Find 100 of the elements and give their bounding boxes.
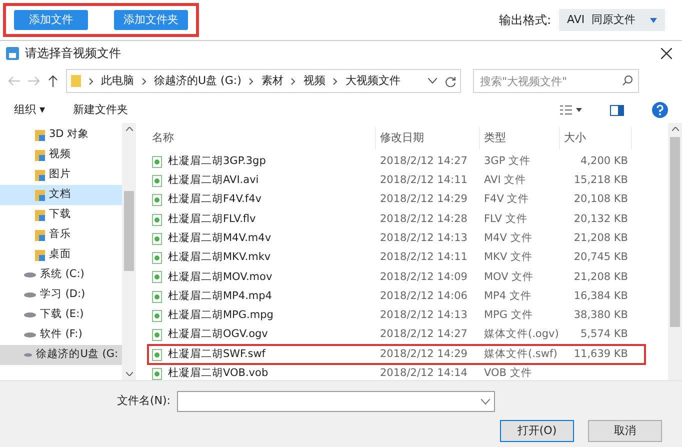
search-field[interactable]: 搜索"大视频文件": [473, 69, 639, 93]
toolbar-button[interactable]: 新建文件夹: [73, 102, 128, 118]
media-file-icon: [152, 232, 162, 245]
preview-pane-icon: [610, 104, 624, 116]
file-size: 5,574 KB: [580, 327, 629, 342]
file-date: 2018/2/12 14:06: [379, 288, 468, 304]
file-date: 2018/2/12 14:13: [379, 230, 468, 246]
media-file-icon: [152, 252, 162, 264]
file-row[interactable]: 杜凝眉二胡SWF.swf 2018/2/12 14:29 媒体文件(.swf) 11,639 KB: [148, 344, 645, 364]
file-size: 20,108 KB: [572, 192, 629, 208]
refresh-icon: [445, 76, 456, 86]
folder-icon: [35, 130, 45, 140]
file-row[interactable]: 杜凝眉二胡FLV.flv 2018/2/12 14:28 FLV 文件 20,132 KB: [148, 210, 645, 230]
add-button[interactable]: 添加文件夹: [114, 10, 188, 30]
file-row[interactable]: 杜凝眉二胡F4V.f4v 2018/2/12 14:29 F4V 文件 20,108 KB: [148, 190, 645, 210]
breadcrumb-item[interactable]: 徐越济的U盘 (G:): [154, 72, 242, 90]
window-title: 请选择音视频文件: [25, 45, 121, 62]
chevron-icon: [333, 78, 338, 84]
scroll-up-icon: [672, 127, 678, 131]
up-arrow-icon: [48, 75, 58, 87]
add-button[interactable]: 添加文件: [14, 10, 88, 30]
file-type: MPG 文件: [483, 308, 534, 324]
file-size: 15,218 KB: [572, 173, 629, 188]
file-date: 2018/2/12 14:11: [379, 250, 468, 266]
sidebar-item[interactable]: 图片: [0, 165, 122, 185]
file-date: 2018/2/12 14:11: [379, 173, 468, 188]
app-icon: [6, 46, 19, 60]
chevron-icon: [249, 78, 254, 84]
file-type: MKV 文件: [483, 250, 534, 266]
file-name: 杜凝眉二胡M4V.m4v: [168, 230, 272, 246]
media-file-icon: [152, 368, 162, 380]
file-name: 杜凝眉二胡MOV.mov: [168, 270, 272, 285]
breadcrumb-item[interactable]: 大视频文件: [345, 72, 400, 90]
column-header[interactable]: 大小: [560, 127, 632, 149]
scrollbar[interactable]: [668, 123, 682, 380]
file-row[interactable]: 杜凝眉二胡VOB.vob 2018/2/12 14:14 VOB 文件: [148, 364, 645, 384]
breadcrumb-item[interactable]: 素材: [261, 72, 284, 90]
filename-label: 文件名(N):: [117, 393, 171, 410]
breadcrumb-item[interactable]: 此电脑: [101, 72, 134, 90]
scrollbar-thumb[interactable]: [670, 137, 680, 327]
file-name: 杜凝眉二胡3GP.3gp: [168, 154, 266, 169]
scroll-down-icon: [126, 372, 132, 376]
file-row[interactable]: 杜凝眉二胡MOV.mov 2018/2/12 14:09 MOV 文件 21,208 KB: [148, 268, 645, 288]
file-type: MOV 文件: [483, 270, 535, 285]
sidebar-item[interactable]: 系统 (C:): [0, 265, 122, 285]
sidebar-item[interactable]: 下载 (E:): [0, 305, 122, 325]
sidebar-item[interactable]: 音乐: [0, 225, 122, 245]
scrollbar-thumb[interactable]: [124, 191, 134, 271]
column-header[interactable]: 类型: [480, 127, 560, 149]
file-size: 20,132 KB: [572, 212, 629, 227]
file-name: 杜凝眉二胡MP4.mp4: [168, 288, 272, 304]
sidebar-item[interactable]: 学习 (D:): [0, 285, 122, 305]
drive-icon: [24, 312, 36, 318]
help-icon: [652, 102, 668, 118]
breadcrumb-item[interactable]: 视频: [303, 72, 326, 90]
address-bar[interactable]: 此电脑 徐越济的U盘 (G:) 素材 视频 大视频文件: [66, 69, 461, 93]
sidebar-item[interactable]: 3D 对象: [0, 125, 122, 145]
file-type: 媒体文件(.swf): [483, 346, 558, 362]
sidebar-item[interactable]: 视频: [0, 145, 122, 165]
file-date: 2018/2/12 14:27: [379, 154, 468, 169]
dialog-button[interactable]: 取消: [588, 420, 662, 442]
column-header[interactable]: 修改日期: [376, 127, 480, 149]
dialog-button[interactable]: 打开(O): [500, 420, 574, 442]
file-row[interactable]: 杜凝眉二胡MPG.mpg 2018/2/12 14:13 MPG 文件 38,380 KB: [148, 306, 645, 326]
dropdown-arrow-icon: [650, 18, 657, 22]
file-row[interactable]: 杜凝眉二胡MKV.mkv 2018/2/12 14:11 MKV 文件 20,745 KB: [148, 248, 645, 268]
folder-icon: [35, 230, 45, 240]
file-row[interactable]: 杜凝眉二胡MP4.mp4 2018/2/12 14:06 MP4 文件 16,384 KB: [148, 287, 645, 306]
media-file-icon: [152, 271, 162, 284]
file-type: M4V 文件: [483, 230, 534, 246]
file-type: F4V 文件: [483, 192, 530, 208]
scroll-up-icon: [126, 127, 132, 131]
close-icon: [661, 48, 672, 58]
file-size: 16,384 KB: [572, 288, 629, 304]
toolbar-button[interactable]: 组织 ▾: [14, 102, 46, 118]
file-date: 2018/2/12 14:27: [379, 327, 468, 342]
sidebar-item[interactable]: 下载: [0, 205, 122, 225]
sidebar-item[interactable]: 桌面: [0, 245, 122, 265]
column-header[interactable]: 名称: [148, 127, 376, 149]
file-row[interactable]: 杜凝眉二胡3GP.3gp 2018/2/12 14:27 3GP 文件 4,200 KB: [148, 152, 645, 172]
file-name: 杜凝眉二胡SWF.swf: [168, 346, 266, 362]
folder-icon: [35, 170, 45, 180]
sidebar-item[interactable]: 软件 (F:): [0, 325, 122, 345]
file-name: 杜凝眉二胡FLV.flv: [168, 212, 256, 227]
sidebar-item[interactable]: 徐越济的U盘 (G:: [0, 345, 122, 365]
file-row[interactable]: 杜凝眉二胡AVI.avi 2018/2/12 14:11 AVI 文件 15,218 KB: [148, 171, 645, 191]
file-date: 2018/2/12 14:29: [379, 346, 468, 362]
filename-field[interactable]: [176, 391, 495, 412]
folder-icon: [35, 210, 45, 220]
sidebar-item[interactable]: 文档: [0, 185, 122, 205]
file-row[interactable]: 杜凝眉二胡M4V.m4v 2018/2/12 14:13 M4V 文件 21,208 KB: [148, 229, 645, 248]
scrollbar[interactable]: [122, 123, 136, 380]
media-file-icon: [152, 156, 162, 168]
view-options-icon: [560, 105, 582, 115]
chevron-icon: [142, 78, 146, 84]
folder-icon: [35, 250, 45, 260]
chevron-icon: [89, 78, 93, 84]
drive-icon: [24, 332, 36, 338]
file-row[interactable]: 杜凝眉二胡OGV.ogv 2018/2/12 14:27 媒体文件(.ogv) 5,574 KB: [148, 326, 645, 345]
format-dropdown[interactable]: AVI 同原文件: [559, 9, 665, 31]
